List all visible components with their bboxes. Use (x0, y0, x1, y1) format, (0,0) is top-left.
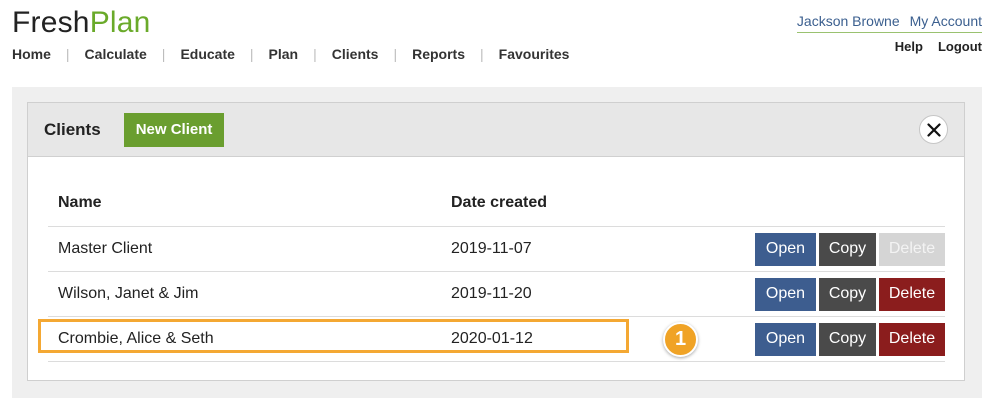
delete-button[interactable]: Delete (879, 322, 945, 356)
main-nav: Home | Calculate | Educate | Plan | Clie… (12, 46, 569, 62)
open-button[interactable]: Open (755, 277, 816, 311)
new-client-button[interactable]: New Client (123, 112, 225, 147)
copy-button[interactable]: Copy (819, 277, 876, 311)
user-name-link[interactable]: Jackson Browne (797, 13, 900, 29)
nav-item-reports[interactable]: Reports (412, 46, 465, 62)
clients-panel: Clients New Client Name Date created Mas… (27, 102, 965, 381)
nav-separator: | (65, 46, 70, 62)
content-area: Clients New Client Name Date created Mas… (12, 87, 982, 398)
table-header: Name Date created (48, 180, 945, 227)
table-row: Crombie, Alice & Seth 2020-01-12 Open Co… (38, 317, 945, 362)
delete-button[interactable]: Delete (879, 277, 945, 311)
panel-header: Clients New Client (28, 103, 964, 157)
step-marker: 1 (663, 322, 698, 357)
close-button[interactable] (919, 115, 948, 144)
client-name: Master Client (58, 240, 153, 257)
close-icon (926, 122, 941, 137)
nav-item-favourites[interactable]: Favourites (499, 46, 570, 62)
nav-separator: | (249, 46, 254, 62)
table-row: Wilson, Janet & Jim 2019-11-20 Open Copy… (48, 272, 945, 317)
client-date: 2019-11-07 (451, 240, 532, 257)
row-actions: Open Copy Delete (755, 322, 945, 356)
open-button[interactable]: Open (755, 232, 816, 266)
copy-button[interactable]: Copy (819, 322, 876, 356)
nav-separator: | (313, 46, 317, 62)
logo-text-fresh: Fresh (12, 6, 90, 39)
column-header-name: Name (58, 194, 102, 211)
user-menu: Jackson Browne My Account Help Logout (796, 13, 982, 54)
my-account-link[interactable]: My Account (910, 13, 982, 29)
nav-item-educate[interactable]: Educate (180, 46, 234, 62)
nav-separator: | (393, 46, 398, 62)
help-link[interactable]: Help (895, 39, 923, 54)
nav-item-clients[interactable]: Clients (332, 46, 379, 62)
delete-button-disabled: Delete (879, 232, 945, 266)
copy-button[interactable]: Copy (819, 232, 876, 266)
logo-text-plan: Plan (89, 6, 151, 39)
user-row: Jackson Browne My Account (796, 13, 982, 33)
panel-title: Clients (44, 119, 101, 139)
nav-item-plan[interactable]: Plan (269, 46, 299, 62)
nav-separator: | (480, 46, 484, 62)
logout-link[interactable]: Logout (938, 39, 982, 54)
nav-separator: | (161, 46, 166, 62)
column-header-date: Date created (451, 194, 548, 211)
app-logo[interactable]: FreshPlan (12, 6, 151, 40)
row-actions: Open Copy Delete (755, 277, 945, 311)
client-date: 2019-11-20 (451, 285, 532, 302)
table-row: Master Client 2019-11-07 Open Copy Delet… (48, 227, 945, 272)
open-button[interactable]: Open (755, 322, 816, 356)
auth-row: Help Logout (895, 39, 982, 54)
client-name: Wilson, Janet & Jim (58, 285, 199, 302)
nav-item-calculate[interactable]: Calculate (85, 46, 147, 62)
client-name: Crombie, Alice & Seth (58, 330, 214, 347)
row-actions: Open Copy Delete (755, 232, 945, 266)
clients-table: Name Date created Master Client 2019-11-… (38, 180, 945, 362)
nav-item-home[interactable]: Home (12, 46, 51, 62)
